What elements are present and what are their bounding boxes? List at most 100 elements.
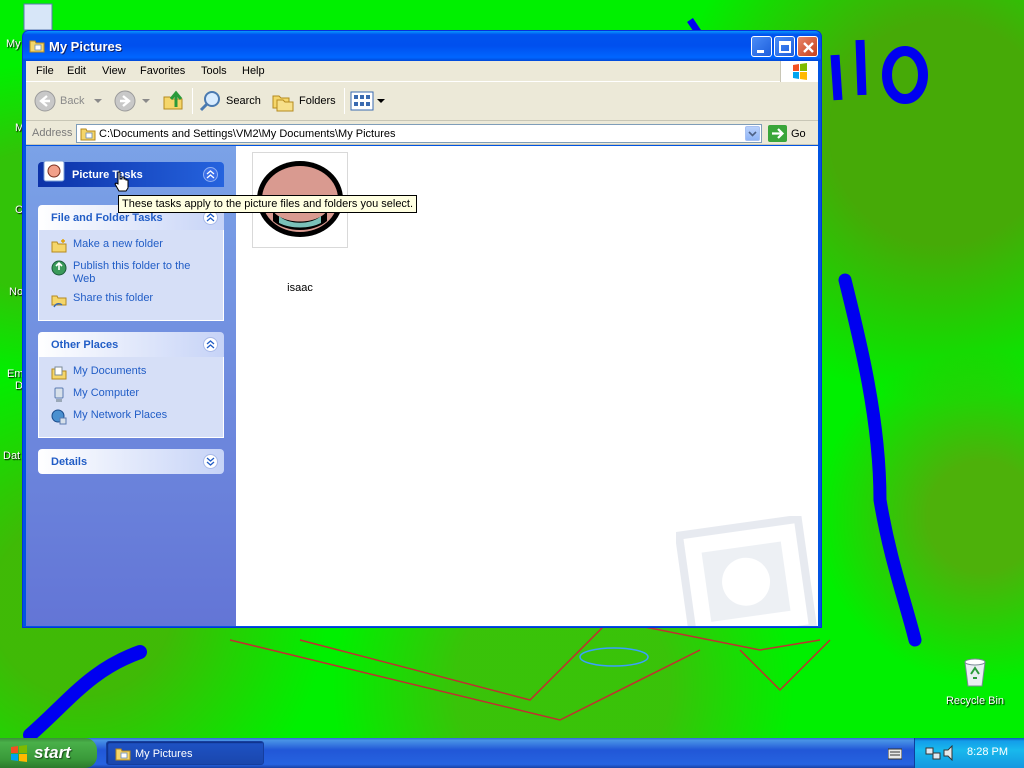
expand-button[interactable]: [203, 454, 218, 469]
place-label[interactable]: My Computer: [73, 387, 139, 400]
task-make-new-folder[interactable]: Make a new folder: [51, 238, 213, 254]
task-publish-folder[interactable]: Publish this folder to the Web: [51, 260, 213, 286]
chevron-down-icon: [206, 457, 215, 466]
chevron-up-icon: [206, 340, 215, 349]
dropdown-arrow-icon: [94, 99, 103, 103]
minimize-icon: [757, 50, 764, 53]
up-folder-button[interactable]: [162, 88, 186, 114]
collapse-button[interactable]: [203, 337, 218, 352]
task-share-folder[interactable]: Share this folder: [51, 292, 213, 308]
my-computer-icon: [54, 387, 64, 402]
details-header[interactable]: Details: [38, 449, 224, 474]
details-title: Details: [51, 456, 88, 468]
maximize-icon: [779, 41, 791, 53]
go-arrow-icon: [768, 125, 787, 142]
hand-cursor-icon: [114, 171, 129, 192]
search-label: Search: [226, 95, 261, 107]
menu-tools[interactable]: Tools: [201, 65, 227, 77]
chevron-up-icon[interactable]: [203, 167, 218, 182]
blue-stroke-bottom-left: [23, 645, 147, 738]
search-button[interactable]: Search: [198, 88, 261, 114]
dropdown-arrow-icon: [377, 99, 385, 103]
task-label[interactable]: Make a new folder: [73, 238, 163, 251]
folder-pictures-icon: [80, 128, 96, 141]
my-documents-icon: [51, 366, 67, 380]
system-tray: 8:28 PM: [914, 738, 1024, 768]
tooltip: These tasks apply to the picture files a…: [118, 195, 418, 213]
title-bar[interactable]: My Pictures: [23, 31, 821, 61]
blue-stroke-top: [830, 54, 843, 101]
forward-button[interactable]: [114, 88, 152, 114]
place-label[interactable]: My Network Places: [73, 409, 167, 422]
address-label: Address: [32, 127, 73, 139]
network-icon[interactable]: [925, 745, 941, 761]
picture-tasks-header[interactable]: Picture Tasks: [38, 160, 224, 187]
start-label: start: [34, 743, 71, 762]
folders-label: Folders: [299, 95, 336, 107]
menu-favorites[interactable]: Favorites: [140, 65, 185, 77]
windows-flag-icon: [11, 745, 27, 762]
desktop-icon-label-fragment[interactable]: My: [6, 38, 21, 50]
menu-edit[interactable]: Edit: [67, 65, 86, 77]
share-folder-icon: [51, 295, 67, 308]
blue-stroke-o: [882, 46, 928, 104]
desktop-icon-label-fragment[interactable]: Dat: [3, 450, 20, 462]
close-icon: [803, 42, 814, 53]
place-my-network-places[interactable]: My Network Places: [51, 409, 213, 425]
windows-flag-icon: [793, 63, 807, 80]
folders-button[interactable]: Folders: [271, 88, 336, 114]
address-value: C:\Documents and Settings\VM2\My Documen…: [99, 128, 396, 140]
menu-help[interactable]: Help: [242, 65, 265, 77]
keyboard-icon[interactable]: [888, 748, 902, 760]
chevron-down-icon: [748, 131, 757, 137]
picture-tasks-icon: [43, 160, 65, 182]
minimize-button[interactable]: [751, 36, 772, 57]
maximize-button[interactable]: [774, 36, 795, 57]
views-button[interactable]: [350, 88, 386, 114]
taskbar-item-label: My Pictures: [135, 748, 193, 760]
close-button[interactable]: [797, 36, 818, 57]
task-label[interactable]: Publish this folder to the Web: [73, 260, 213, 286]
search-icon: [199, 91, 220, 112]
file-folder-tasks-title: File and Folder Tasks: [51, 212, 163, 224]
dropdown-arrow-icon: [142, 99, 150, 103]
taskbar: start My Pictures 8:28 PM: [0, 738, 1024, 768]
globe-icon: [51, 260, 67, 276]
folders-icon: [272, 95, 294, 112]
volume-icon[interactable]: [943, 745, 957, 761]
picture-tasks-panel: Picture Tasks: [38, 160, 224, 187]
go-button[interactable]: Go: [768, 124, 806, 143]
file-name[interactable]: isaac: [252, 282, 348, 294]
blue-stroke-right: [838, 273, 922, 647]
recycle-bin-label: Recycle Bin: [945, 695, 1005, 707]
window-title: My Pictures: [49, 39, 122, 54]
clock[interactable]: 8:28 PM: [967, 746, 1008, 758]
folder-watermark-icon: [676, 516, 818, 626]
taskbar-item-my-pictures[interactable]: My Pictures: [106, 741, 264, 765]
place-label[interactable]: My Documents: [73, 365, 146, 378]
start-button[interactable]: start: [0, 738, 97, 768]
explorer-window[interactable]: My Pictures File Edit View Favorites Too…: [22, 30, 822, 628]
toolbar: Back Search Folders: [26, 82, 818, 121]
desktop-icon-label-fragment[interactable]: No: [9, 286, 23, 298]
recycle-bin[interactable]: Recycle Bin: [944, 656, 1006, 707]
folder-pictures-icon: [29, 40, 45, 53]
other-places-header[interactable]: Other Places: [38, 332, 224, 357]
menu-file[interactable]: File: [36, 65, 54, 77]
other-places-title: Other Places: [51, 339, 119, 351]
address-dropdown-button[interactable]: [745, 126, 760, 141]
address-input[interactable]: C:\Documents and Settings\VM2\My Documen…: [76, 124, 762, 143]
windows-logo: [780, 61, 818, 82]
back-button[interactable]: Back: [34, 88, 104, 114]
go-label: Go: [791, 127, 806, 140]
place-my-computer[interactable]: My Computer: [51, 387, 213, 403]
menu-view[interactable]: View: [102, 65, 126, 77]
folder-pictures-icon: [115, 748, 131, 761]
picture-tasks-title: Picture Tasks: [72, 169, 143, 181]
forward-arrow-icon: [114, 90, 136, 112]
place-my-documents[interactable]: My Documents: [51, 365, 213, 381]
task-label[interactable]: Share this folder: [73, 292, 153, 305]
up-folder-icon: [163, 90, 183, 110]
file-folder-tasks-panel: File and Folder Tasks Make a new folder …: [38, 205, 224, 321]
file-list-view[interactable]: isaac: [236, 146, 818, 626]
